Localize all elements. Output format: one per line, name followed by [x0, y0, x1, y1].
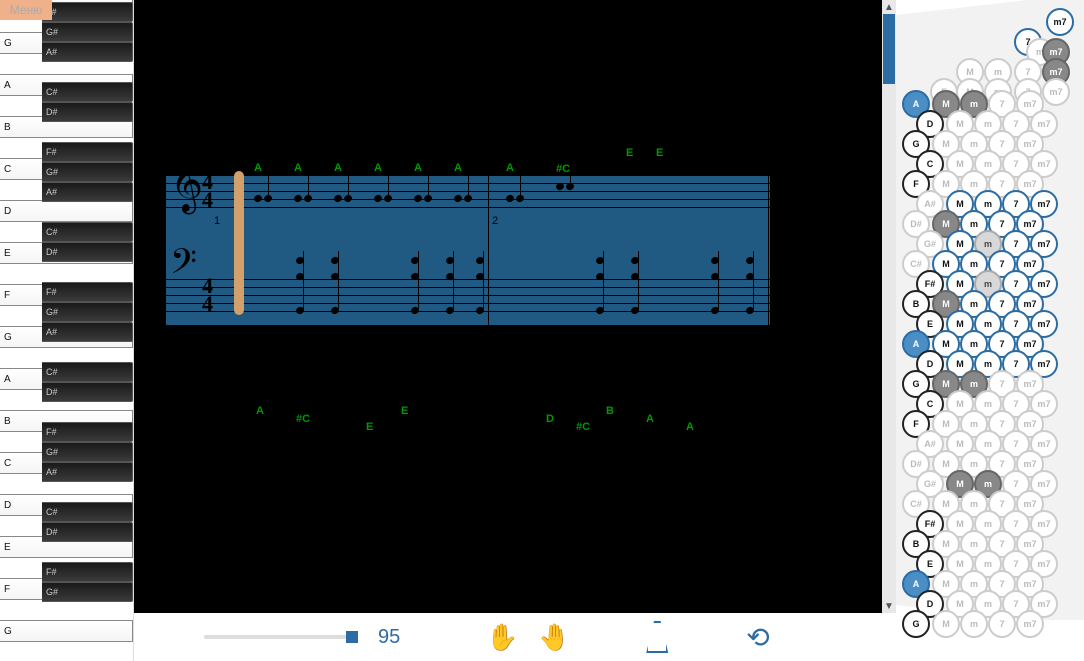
lyric-label: B: [606, 405, 614, 417]
chord-root-button[interactable]: G: [902, 610, 930, 638]
chord-button[interactable]: m7: [1046, 8, 1074, 36]
playhead-cursor[interactable]: [234, 171, 244, 315]
black-key[interactable]: G#: [42, 162, 133, 182]
playback-toolbar: 95 ✋ 🤚 ⟲: [134, 613, 882, 661]
black-key[interactable]: D#: [42, 242, 133, 262]
piano-keyboard[interactable]: Меню FF#GG#AA#BCC#DD#EFF#GG#AA#BCC#DD#EF…: [0, 0, 134, 661]
vertical-scrollbar[interactable]: ▲ ▼: [882, 0, 896, 613]
lyric-label: A: [454, 162, 462, 174]
note-bass[interactable]: [411, 257, 419, 264]
note[interactable]: [294, 195, 312, 202]
lyric-label: E: [626, 147, 633, 159]
right-hand-button[interactable]: 🤚: [540, 621, 568, 653]
scroll-down-icon[interactable]: ▼: [882, 599, 896, 613]
black-key[interactable]: F#: [42, 422, 133, 442]
chord-panel: m77mm7Mm7m7FMm7m7AMm7m7DMm7m7GMm7m7CMm7m…: [896, 0, 1084, 661]
lyric-label: #C: [576, 421, 590, 433]
note-bass[interactable]: [331, 257, 339, 264]
black-key[interactable]: F#: [42, 142, 133, 162]
lyric-label: E: [401, 405, 408, 417]
black-key[interactable]: A#: [42, 182, 133, 202]
black-key[interactable]: F#: [42, 562, 133, 582]
metronome-button[interactable]: [646, 621, 668, 653]
time-signature-treble: 44: [202, 173, 213, 209]
note-bass[interactable]: [476, 257, 484, 264]
loop-button[interactable]: ⟲: [746, 621, 769, 653]
lyric-label: #C: [296, 413, 310, 425]
black-key[interactable]: C#: [42, 82, 133, 102]
menu-button[interactable]: Меню: [0, 0, 52, 20]
hand-icon: ✋: [486, 622, 518, 653]
note-bass[interactable]: [596, 257, 604, 264]
treble-clef-icon: 𝄞: [170, 159, 203, 198]
chord-ext-button[interactable]: m7: [1016, 610, 1044, 638]
lyric-label: A: [646, 413, 654, 425]
lyric-label: E: [656, 147, 663, 159]
tempo-slider[interactable]: [204, 635, 354, 639]
loop-icon: ⟲: [746, 621, 769, 654]
note-bass[interactable]: [631, 257, 639, 264]
black-key[interactable]: D#: [42, 382, 133, 402]
lyric-label: A: [294, 162, 302, 174]
chord-button[interactable]: m7: [1042, 78, 1070, 106]
score-area: 𝄞 𝄢 44 44 1 2 A A A A A A A #C E E A #C E E D #C B A A: [134, 0, 882, 613]
time-signature-bass: 44: [202, 277, 213, 313]
lyric-label: D: [546, 413, 554, 425]
lyric-label: A: [374, 162, 382, 174]
note[interactable]: [334, 195, 352, 202]
black-key[interactable]: A#: [42, 42, 133, 62]
tempo-value: 95: [378, 626, 400, 649]
lyric-label: A: [256, 405, 264, 417]
note[interactable]: [414, 195, 432, 202]
black-key[interactable]: G#: [42, 582, 133, 602]
chord-ext-button[interactable]: m: [960, 610, 988, 638]
black-key[interactable]: G#: [42, 22, 133, 42]
note-bass[interactable]: [446, 257, 454, 264]
metronome-icon: [646, 621, 668, 653]
black-key[interactable]: A#: [42, 462, 133, 482]
bar-number: 2: [492, 215, 498, 227]
scroll-up-icon[interactable]: ▲: [882, 0, 896, 14]
black-key[interactable]: A#: [42, 322, 133, 342]
note[interactable]: [506, 195, 524, 202]
hand-icon: 🤚: [538, 622, 570, 653]
note[interactable]: [626, 167, 644, 174]
black-key[interactable]: F#: [42, 282, 133, 302]
black-key[interactable]: D#: [42, 102, 133, 122]
black-key[interactable]: C#: [42, 362, 133, 382]
white-key[interactable]: G: [0, 620, 133, 642]
note-bass[interactable]: [711, 257, 719, 264]
lyric-label: A: [686, 421, 694, 433]
left-hand-button[interactable]: ✋: [488, 621, 516, 653]
black-key[interactable]: F#: [42, 2, 133, 22]
black-key[interactable]: G#: [42, 442, 133, 462]
note[interactable]: [656, 167, 674, 174]
note[interactable]: [374, 195, 392, 202]
note[interactable]: [556, 183, 574, 190]
black-key[interactable]: C#: [42, 502, 133, 522]
lyric-label: A: [506, 162, 514, 174]
scroll-thumb[interactable]: [883, 14, 895, 84]
lyric-label: A: [414, 162, 422, 174]
bass-clef-icon: 𝄢: [170, 251, 197, 280]
black-key[interactable]: D#: [42, 522, 133, 542]
lyric-label: A: [254, 162, 262, 174]
black-key[interactable]: G#: [42, 302, 133, 322]
lyric-label: A: [334, 162, 342, 174]
black-key[interactable]: C#: [42, 222, 133, 242]
bar-number: 1: [214, 215, 220, 227]
chord-ext-button[interactable]: 7: [988, 610, 1016, 638]
sheet-music[interactable]: 𝄞 𝄢 44 44 1 2: [166, 175, 770, 325]
lyric-label: #C: [556, 163, 570, 175]
chord-ext-button[interactable]: M: [932, 610, 960, 638]
slider-knob[interactable]: [346, 631, 358, 643]
note-bass[interactable]: [296, 257, 304, 264]
note-bass[interactable]: [746, 257, 754, 264]
note[interactable]: [454, 195, 472, 202]
lyric-label: E: [366, 421, 373, 433]
note[interactable]: [254, 195, 272, 202]
white-key[interactable]: D: [0, 200, 133, 222]
